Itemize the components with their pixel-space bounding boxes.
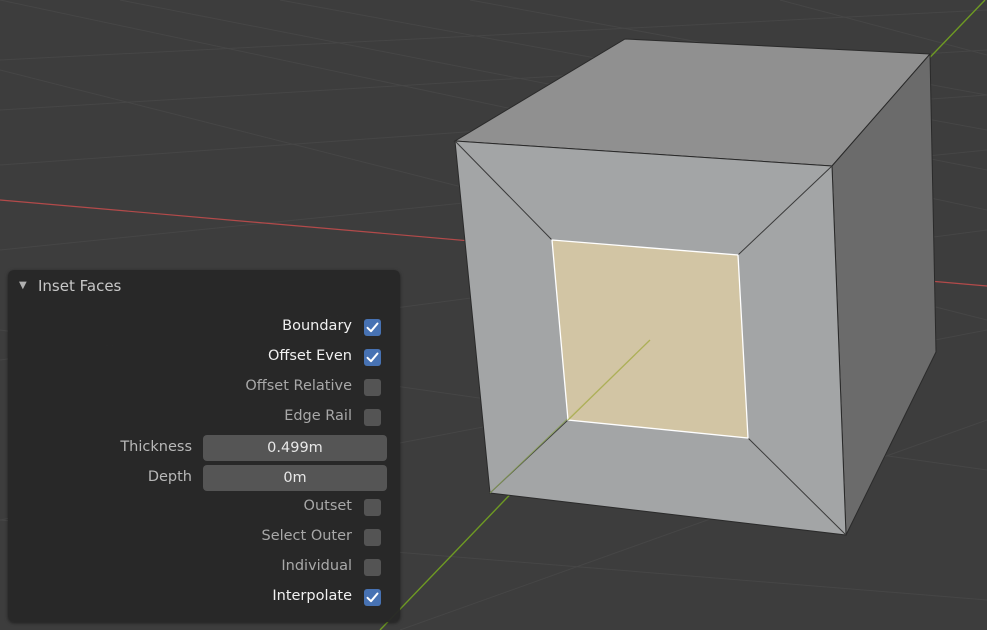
option-interpolate[interactable]: Interpolate [8,584,400,610]
option-label: Outset [303,498,352,514]
offset-relative-checkbox[interactable] [364,379,381,396]
panel-header[interactable]: ▼ Inset Faces [8,270,400,304]
thickness-field[interactable]: 0.499m [203,435,387,461]
thickness-label: Thickness [120,439,192,455]
checkmark-icon [366,352,379,363]
option-label: Offset Even [267,348,352,364]
individual-checkbox[interactable] [364,559,381,576]
thickness-row: Thickness 0.499m [8,435,400,461]
option-offset-relative[interactable]: Offset Relative [8,374,400,400]
option-label: Boundary [282,318,352,334]
offset-even-checkbox[interactable] [364,349,381,366]
select-outer-checkbox[interactable] [364,529,381,546]
selected-inset-face[interactable] [551,239,749,439]
option-label: Interpolate [272,588,352,604]
boundary-checkbox[interactable] [364,319,381,336]
interpolate-checkbox[interactable] [364,589,381,606]
option-label: Individual [281,558,352,574]
disclosure-triangle-down-icon: ▼ [19,280,27,291]
depth-field[interactable]: 0m [203,465,387,491]
option-select-outer[interactable]: Select Outer [8,524,400,550]
inset-faces-operator-panel[interactable]: ▼ Inset Faces Boundary Offset Even Offse… [8,270,400,622]
checkmark-icon [366,322,379,333]
depth-row: Depth 0m [8,465,400,491]
option-label: Select Outer [261,528,352,544]
checkmark-icon [366,592,379,603]
outset-checkbox[interactable] [364,499,381,516]
option-boundary[interactable]: Boundary [8,314,400,340]
option-outset[interactable]: Outset [8,494,400,520]
option-offset-even[interactable]: Offset Even [8,344,400,370]
option-edge-rail[interactable]: Edge Rail [8,404,400,430]
option-label: Offset Relative [245,378,352,394]
depth-label: Depth [147,469,192,485]
panel-title: Inset Faces [38,277,122,295]
option-label: Edge Rail [284,408,352,424]
cube-mesh[interactable] [453,38,937,536]
edge-rail-checkbox[interactable] [364,409,381,426]
option-individual[interactable]: Individual [8,554,400,580]
